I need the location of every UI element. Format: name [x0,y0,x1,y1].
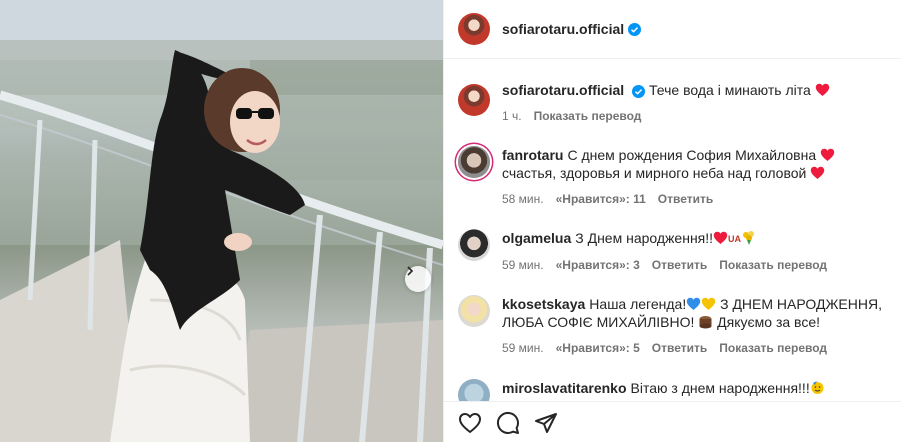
author-avatar[interactable] [458,84,490,116]
caption-translate-link[interactable]: Показать перевод [534,107,642,125]
comment-text: Вітаю з днем народження!!! [630,380,810,396]
comment-item: fanrotaru С днем рождения София Михайловн… [458,146,892,208]
party-face-emoji-icon [811,381,824,394]
post-header: sofiarotaru.official [444,0,901,59]
verified-badge-icon [632,84,646,98]
comment-time[interactable]: 59 мин. [502,256,544,274]
caption-username[interactable]: sofiarotaru.official [502,82,624,98]
comments-list: sofiarotaru.official Тече вода і минають… [444,59,901,401]
caption-text: Тече вода і минають літа [649,82,811,98]
red-heart-emoji-icon [713,231,728,244]
comment-item: miroslavatitarenko Вітаю з днем народженн… [458,379,892,401]
commenter-username[interactable]: kkosetskaya [502,296,585,312]
commenter-avatar[interactable] [458,229,490,261]
cake-emoji-icon [699,316,712,329]
commenter-username[interactable]: miroslavatitarenko [502,380,627,396]
comment-likes[interactable]: «Нравится»: 5 [556,339,640,357]
author-avatar[interactable] [458,13,490,45]
red-heart-emoji-icon [811,166,825,179]
comment-time[interactable]: 58 мин. [502,190,544,208]
ua-flag-emoji: UA [728,234,742,244]
commenter-avatar[interactable] [458,146,490,178]
post-actions-bar [444,401,901,443]
comment-icon[interactable] [496,411,520,435]
red-heart-emoji-icon [820,148,835,161]
verified-badge-icon [628,22,642,36]
comment-text: Наша легенда! [589,296,687,312]
reply-button[interactable]: Ответить [658,190,713,208]
comment-likes[interactable]: «Нравится»: 11 [556,190,646,208]
commenter-avatar[interactable] [458,295,490,327]
commenter-username[interactable]: fanrotaru [502,147,563,163]
comment-likes[interactable]: «Нравится»: 3 [556,256,640,274]
reply-button[interactable]: Ответить [652,339,707,357]
comment-text: З Днем народження!! [575,230,714,246]
translate-link[interactable]: Показать перевод [719,339,827,357]
post-side-panel: sofiarotaru.official sofiarotaru.officia… [443,0,901,442]
red-heart-emoji-icon [815,83,829,96]
comment-text: Дякуємо за все! [717,314,821,330]
heart-icon[interactable] [458,412,482,434]
comment-text: С днем рождения София Михайловна [567,147,817,163]
caption: sofiarotaru.official Тече вода і минають… [458,81,892,125]
yellow-heart-emoji-icon [702,297,716,310]
commenter-username[interactable]: olgamelua [502,230,571,246]
caption-time[interactable]: 1 ч. [502,107,522,125]
author-username[interactable]: sofiarotaru.official [502,21,624,37]
photo-illustration [0,0,443,442]
next-photo-button[interactable] [405,266,431,292]
chevron-right-icon [407,266,414,276]
translate-link[interactable]: Показать перевод [719,256,827,274]
comment-item: olgamelua З Днем народження!! UA 59 мин. «… [458,229,892,274]
commenter-avatar[interactable] [458,379,490,401]
reply-button[interactable]: Ответить [652,256,707,274]
blue-heart-emoji-icon [687,297,701,310]
share-icon[interactable] [534,411,558,435]
bouquet-emoji-icon [743,231,755,245]
comment-item: kkosetskaya Наша легенда! З ДНЕМ НАРОДЖЕН… [458,295,892,357]
comment-time[interactable]: 59 мин. [502,339,544,357]
comment-text: счастья, здоровья и мирного неба над гол… [502,165,807,181]
post-photo[interactable] [0,0,443,442]
